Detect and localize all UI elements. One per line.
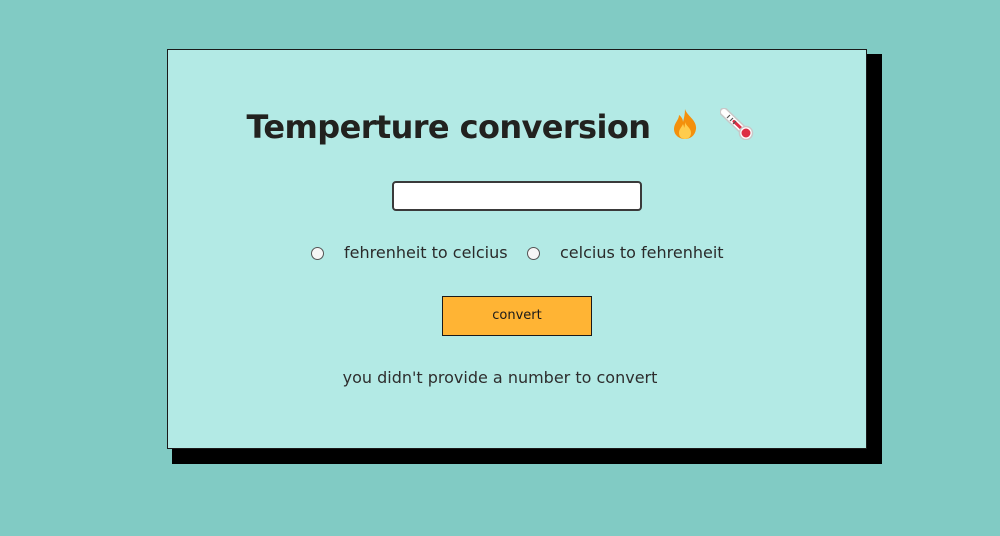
page-title: Temperture conversion bbox=[0, 105, 1000, 151]
convert-button[interactable]: convert bbox=[442, 296, 592, 336]
result-message: you didn't provide a number to convert bbox=[342, 368, 658, 387]
celsius-to-fahrenheit-label[interactable]: celcius to fehrenheit bbox=[560, 243, 724, 263]
fire-icon bbox=[671, 107, 699, 151]
thermometer-icon bbox=[719, 107, 754, 151]
page-title-text: Temperture conversion bbox=[246, 108, 651, 146]
temperature-input[interactable] bbox=[392, 181, 642, 211]
celsius-to-fahrenheit-radio[interactable] bbox=[527, 247, 540, 260]
fahrenheit-to-celsius-label[interactable]: fehrenheit to celcius bbox=[344, 243, 508, 263]
fahrenheit-to-celsius-radio[interactable] bbox=[311, 247, 324, 260]
